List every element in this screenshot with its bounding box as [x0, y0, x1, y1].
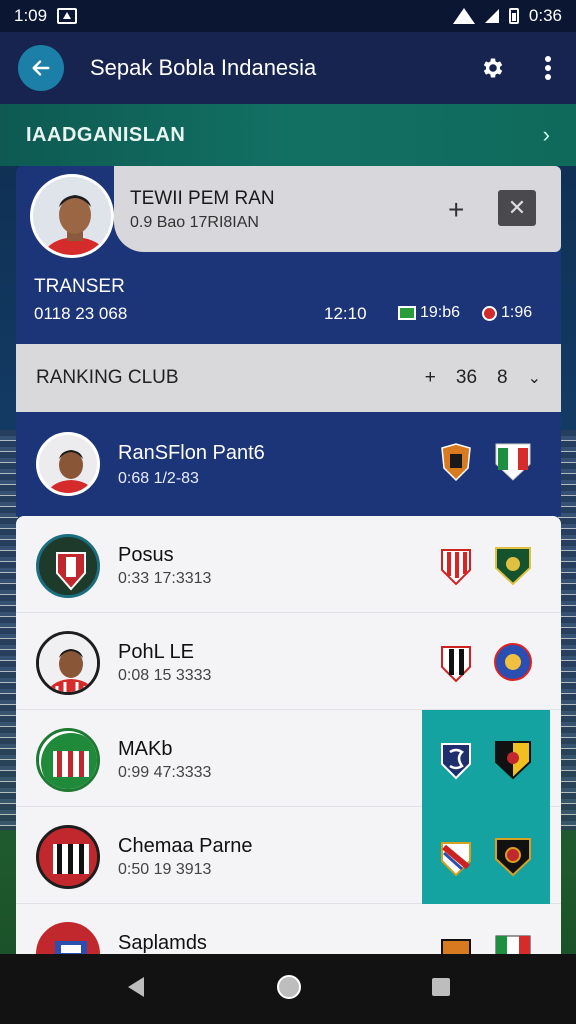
navy-crest-icon	[441, 743, 471, 780]
record-icon	[482, 305, 497, 321]
nav-back-button[interactable]	[124, 975, 148, 1004]
wifi-icon	[452, 8, 475, 24]
add-button[interactable]: +	[448, 194, 464, 226]
circle-home-icon	[276, 974, 301, 999]
chevron-right-icon: ›	[542, 122, 550, 147]
club-stats: 0:99 47:3333	[118, 764, 212, 781]
list-item[interactable]: PohL LE 0:08 15 3333	[16, 613, 561, 710]
gear-icon	[483, 58, 503, 78]
nav-recents-button[interactable]	[430, 976, 452, 1003]
club-crest-icon	[36, 534, 100, 598]
section-header[interactable]: IAADGANISLAN ›	[0, 104, 576, 166]
italy-crest-icon	[495, 443, 531, 481]
club-list: Posus 0:33 17:3313 PohL LE 0:08 15 3333	[16, 516, 561, 956]
club-stats: 0:33 17:3313	[118, 570, 212, 587]
transfer-title: TEWII PEM RAN	[130, 188, 275, 209]
transfer-subtitle: 0.9 Bao 17RI8IAN	[130, 214, 259, 231]
club-crest-icon	[36, 922, 100, 956]
transfer-line: 0118 23 068	[34, 304, 128, 323]
avatar	[36, 432, 100, 496]
list-item[interactable]: Chemaa Parne 0:50 19 3913	[16, 807, 561, 904]
list-item[interactable]: MAKb 0:99 47:3333	[16, 710, 561, 807]
transfer-count-2-value: 1:96	[501, 304, 533, 321]
yellow-black-crest-icon	[495, 741, 531, 780]
highlight-stats: 0:68 1/2-83	[118, 470, 199, 487]
close-icon: ✕	[507, 195, 527, 220]
black-gold-crest-icon	[495, 838, 531, 877]
arrow-left-icon	[32, 60, 50, 76]
chevron-down-icon[interactable]: ⌄	[528, 368, 541, 388]
club-crest-icon	[36, 825, 100, 889]
avatar	[36, 631, 100, 695]
transfer-count-2: 1:96	[482, 304, 532, 322]
highlight-name: RanSFlon Pant6	[118, 442, 265, 464]
ranking-value-2: 8	[497, 367, 508, 388]
club-name: Chemaa Parne	[118, 835, 253, 857]
nav-home-button[interactable]	[275, 973, 303, 1006]
transfer-card[interactable]: TEWII PEM RAN 0.9 Bao 17RI8IAN + ✕ TRANS…	[16, 166, 561, 344]
transfer-label: TRANSER	[34, 276, 125, 297]
ranking-title: RANKING CLUB	[36, 367, 179, 388]
list-item[interactable]: Saplamds	[16, 904, 561, 956]
status-clock: 0:36	[528, 6, 562, 25]
app-title: Sepak Bobla Indanesia	[90, 55, 317, 80]
club-name: MAKb	[118, 738, 173, 760]
club-crest-icon	[441, 443, 471, 482]
black-stripes-crest-icon	[441, 646, 471, 683]
system-nav-bar	[0, 954, 576, 1024]
green-crest-icon	[495, 547, 531, 586]
list-item[interactable]: Posus 0:33 17:3313	[16, 516, 561, 613]
red-stripes-crest-icon	[441, 549, 471, 586]
app-bar: Sepak Bobla Indanesia	[0, 32, 576, 104]
triangle-back-icon	[127, 976, 144, 997]
transfer-count-1: 19:b6	[398, 304, 460, 322]
plus-icon[interactable]: +	[425, 367, 436, 389]
battery-icon	[508, 8, 519, 24]
club-stats: 0:50 19 3913	[118, 861, 212, 878]
transfer-count-1-value: 19:b6	[420, 304, 461, 321]
club-name: PohL LE	[118, 641, 194, 663]
more-vert-icon	[545, 56, 551, 80]
close-button[interactable]: ✕	[498, 190, 536, 226]
status-bar: 1:09 0:36	[0, 0, 576, 32]
blue-round-crest-icon	[494, 643, 532, 681]
list-item-highlighted[interactable]: RanSFlon Pant6 0:68 1/2-83	[16, 412, 561, 516]
sash-crest-icon	[441, 842, 471, 877]
club-name: Saplamds	[118, 932, 207, 954]
more-options-button[interactable]	[544, 55, 552, 81]
signal-icon	[484, 9, 499, 23]
orange-crest-icon	[441, 939, 471, 956]
back-button[interactable]	[18, 45, 64, 91]
tricolor-crest-icon	[495, 935, 531, 956]
ranking-value-1: 36	[455, 367, 478, 388]
flag-icon	[398, 306, 416, 320]
player-avatar	[30, 174, 114, 258]
status-time: 1:09	[14, 6, 48, 25]
notification-icon	[57, 8, 78, 24]
section-title: IAADGANISLAN	[26, 123, 186, 146]
settings-button[interactable]	[480, 55, 506, 81]
club-stats: 0:08 15 3333	[118, 667, 212, 684]
ranking-header[interactable]: RANKING CLUB + 36 8 ⌄	[16, 344, 561, 412]
transfer-time: 12:10	[324, 304, 367, 323]
club-name: Posus	[118, 544, 174, 566]
club-crest-icon	[36, 728, 100, 792]
square-recents-icon	[432, 977, 451, 996]
